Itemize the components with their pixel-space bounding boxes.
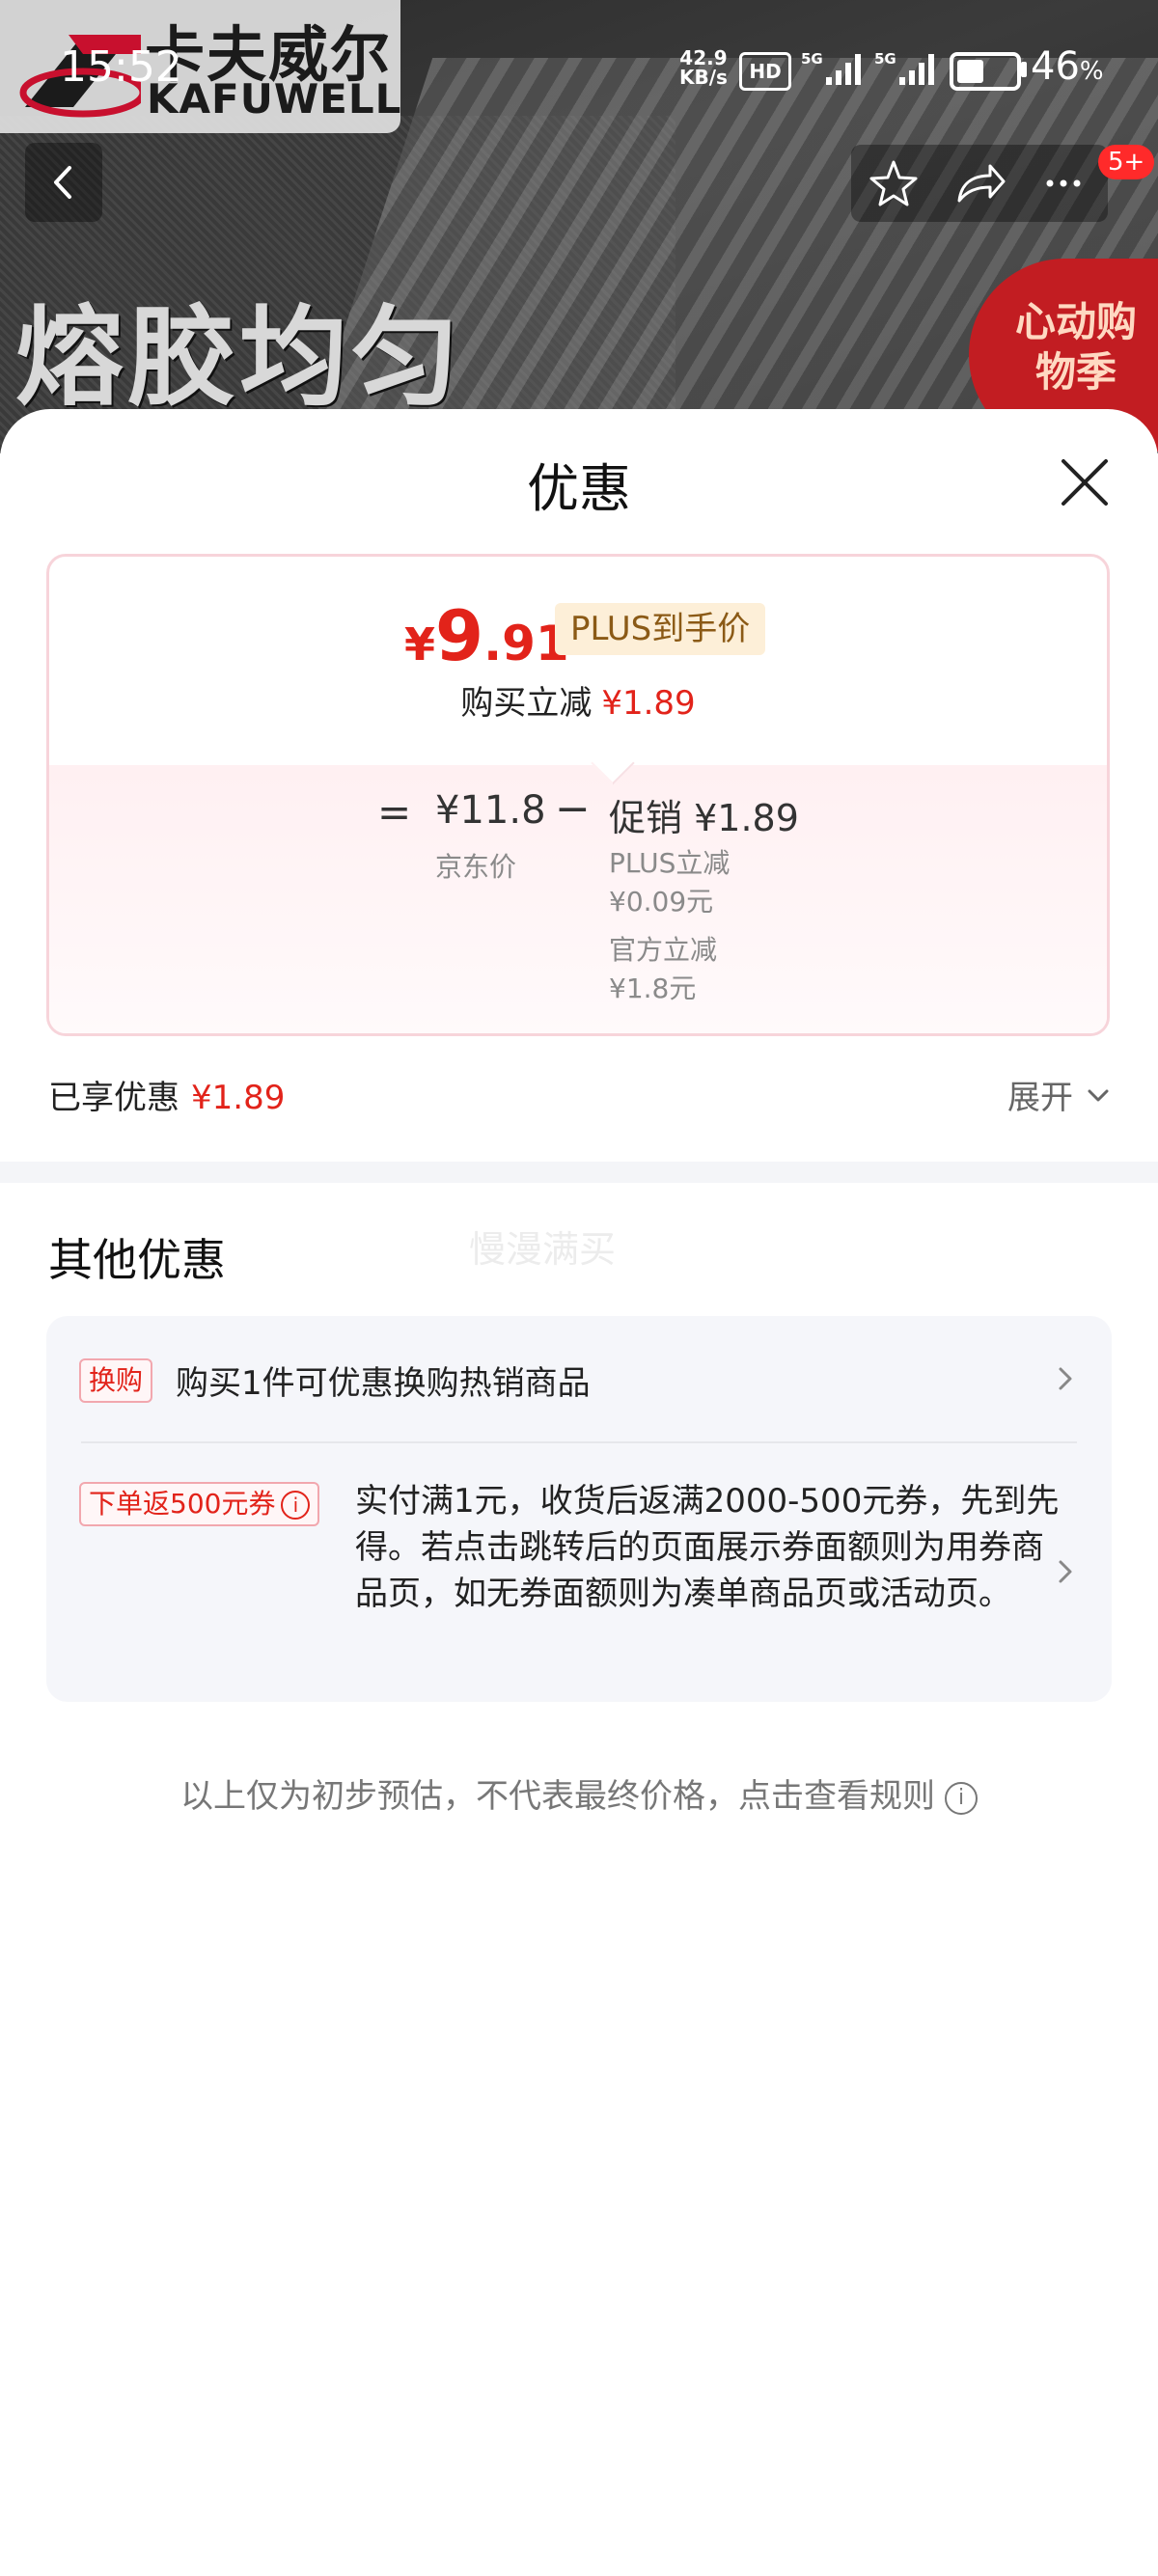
nav-actions <box>851 145 1108 222</box>
chevron-right-icon <box>1059 1560 1072 1583</box>
enjoyed-discount-value: ¥1.89 <box>191 1079 286 1117</box>
final-price-currency: ¥ <box>404 618 436 671</box>
footnote-text: 以上仅为初步预估，不代表最终价格，点击查看规则 <box>180 1777 935 1816</box>
signal-5g-secondary-icon: 5G <box>874 50 934 85</box>
promotion-item-label: 官方立减 <box>609 934 718 966</box>
network-speed-value: 42.9 <box>679 46 728 69</box>
sheet-title: 优惠 <box>527 458 631 519</box>
price-rules-link[interactable]: 以上仅为初步预估，不代表最终价格，点击查看规则 i <box>0 1769 1158 1817</box>
signal-5g-secondary-label: 5G <box>874 50 896 68</box>
offer-tag: 换购 <box>79 1358 153 1403</box>
promotion-value: ¥1.89 <box>694 797 799 839</box>
promotion-item-value: ¥1.8元 <box>609 973 697 1004</box>
info-icon[interactable]: i <box>281 1491 311 1520</box>
network-speed-unit: KB/s <box>679 66 728 89</box>
promotion-label: 促销 <box>609 797 683 839</box>
message-count-badge: 5+ <box>1098 145 1155 179</box>
battery-percent: 46% <box>1031 44 1104 89</box>
enjoyed-discount-label: 已享优惠 <box>48 1079 179 1117</box>
battery-level-fill <box>957 60 983 83</box>
status-bar: 15:52 42.9 KB/s HD 5G 5G 46% <box>0 0 1158 135</box>
network-speed: 42.9 KB/s <box>679 48 728 87</box>
back-button[interactable] <box>25 143 102 222</box>
battery-percent-value: 46 <box>1031 44 1080 89</box>
offer-text: 实付满1元，收货后返满2000-500元券，先到先得。若点击跳转后的页面展示券面… <box>355 1482 1060 1613</box>
promotion-total: 促销 ¥1.89 <box>609 788 799 841</box>
equals-sign: = <box>377 788 412 836</box>
battery-tip <box>1021 62 1027 77</box>
product-headline: 熔胶均匀 <box>15 295 463 421</box>
enjoyed-discount: 已享优惠 ¥1.89 <box>48 1071 285 1118</box>
final-price-integer: 9 <box>435 595 484 676</box>
signal-5g-icon: 5G <box>801 50 861 85</box>
final-price: ¥9.91 <box>404 595 569 676</box>
offer-text: 购买1件可优惠换购热销商品 <box>176 1364 591 1403</box>
other-offers-title: 其他优惠 <box>48 1234 226 1286</box>
purchase-reduction-value: ¥1.89 <box>601 684 696 723</box>
more-icon[interactable] <box>1021 145 1106 222</box>
promotion-item-value: ¥0.09元 <box>609 886 714 918</box>
info-icon: i <box>945 1781 978 1815</box>
chevron-down-icon[interactable] <box>1085 1082 1112 1110</box>
star-icon[interactable] <box>851 145 936 222</box>
share-icon[interactable] <box>936 145 1021 222</box>
offer-row-exchange[interactable]: 换购 购买1件可优惠换购热销商品 <box>46 1316 1112 1441</box>
offer-tag: 下单返500元券 i <box>79 1482 320 1526</box>
other-offers-list: 换购 购买1件可优惠换购热销商品 下单返500元券 i 实付满1元，收货后返满20… <box>46 1316 1112 1702</box>
price-summary-card: ¥9.91 PLUS到手价 购买立减 ¥1.89 = ¥11.8 京东价 − 促销… <box>46 554 1110 1036</box>
close-icon[interactable] <box>1056 453 1114 511</box>
purchase-reduction: 购买立减 ¥1.89 <box>49 676 1107 724</box>
jd-price-label: 京东价 <box>435 851 517 883</box>
purchase-reduction-label: 购买立减 <box>460 684 593 723</box>
plus-price-tag: PLUS到手价 <box>555 603 766 655</box>
expand-button[interactable]: 展开 <box>1007 1071 1073 1118</box>
section-divider <box>0 1162 1158 1183</box>
hd-voice-icon: HD <box>739 52 791 91</box>
minus-sign: − <box>555 784 591 834</box>
watermark-text: 慢漫满买 <box>469 1228 617 1271</box>
signal-5g-label: 5G <box>801 50 823 68</box>
status-time: 15:52 <box>60 42 182 92</box>
battery-percent-unit: % <box>1079 57 1104 86</box>
row-divider <box>81 1441 1077 1443</box>
promo-badge-label: 心动购物季 <box>1014 298 1137 396</box>
chevron-right-icon <box>1059 1367 1072 1390</box>
discount-sheet: 优惠 ¥9.91 PLUS到手价 购买立减 ¥1.89 = ¥11.8 京东价 −… <box>0 409 1158 2576</box>
battery-icon <box>950 52 1021 91</box>
jd-price-value: ¥11.8 <box>435 788 546 833</box>
promotion-item: PLUS立减 ¥0.09元 <box>609 844 730 921</box>
offer-tag-label: 下单返500元券 <box>89 1488 276 1520</box>
promotion-item: 官方立减 ¥1.8元 <box>609 931 717 1008</box>
chevron-left-icon <box>54 166 71 199</box>
promotion-item-label: PLUS立减 <box>609 847 731 879</box>
